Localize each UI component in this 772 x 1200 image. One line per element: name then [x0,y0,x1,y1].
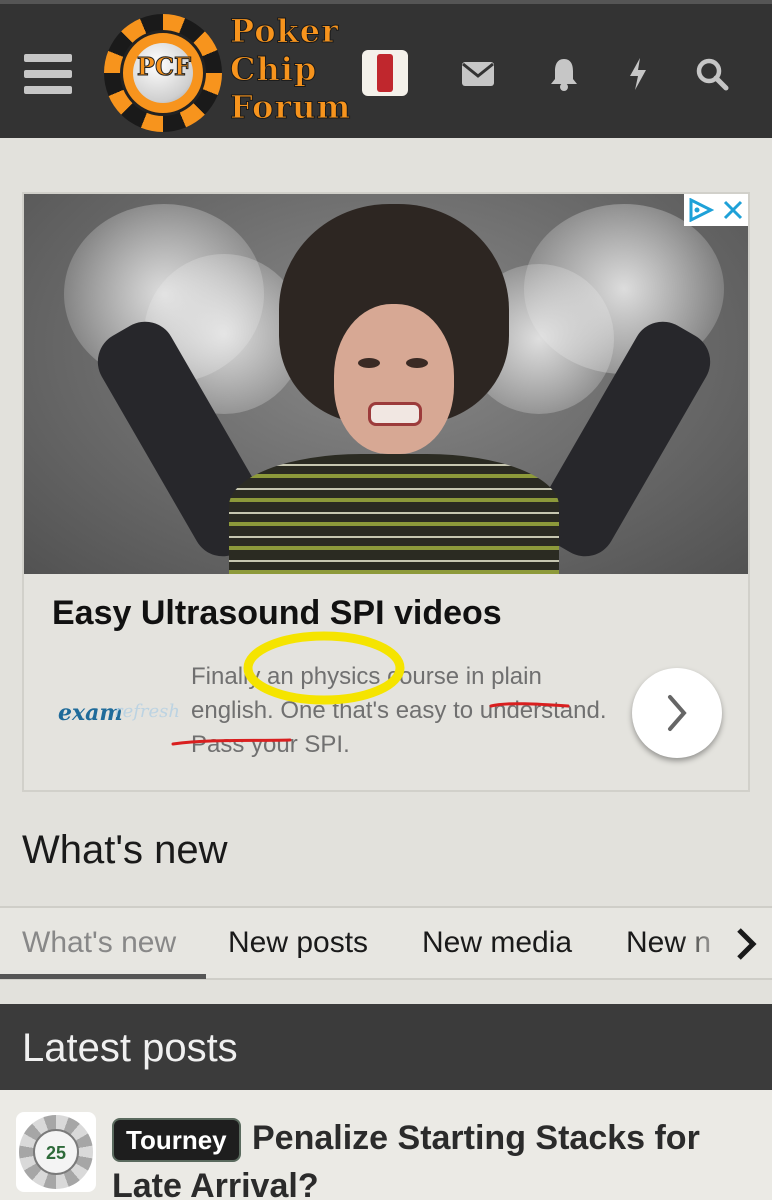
close-ad-icon[interactable] [722,199,744,221]
adchoices-icon[interactable] [684,194,748,226]
latest-posts-header: Latest posts [0,1004,772,1090]
tab-new-media[interactable]: New media [422,926,572,960]
active-tab-indicator [0,974,206,979]
list-item[interactable]: 25 Penalize Starting Stacks for Late Arr… [0,1090,772,1200]
logo-chip-text: PCF [136,52,192,82]
ad-brand-logo-secondary: refresh [114,701,181,722]
section-title: What's new [22,828,228,872]
site-header: PCF Poker Chip Forum [0,0,772,138]
tab-new-posts[interactable]: New posts [228,926,368,960]
logo-line-3: Forum [229,88,352,127]
logo-wordmark: Poker Chip Forum [229,12,352,127]
prefix-badge[interactable]: Tourney [112,1118,241,1162]
search-icon[interactable] [690,52,734,96]
ad-headline[interactable]: Easy Ultrasound SPI videos [52,594,502,633]
adchoices-play-icon[interactable] [688,198,714,222]
sponsored-ad[interactable]: Easy Ultrasound SPI videos exam refresh … [22,192,750,792]
ad-next-button[interactable] [632,668,722,758]
badge-icon[interactable] [362,50,408,96]
latest-posts-title: Latest posts [22,1026,238,1070]
lightning-icon[interactable] [616,52,660,96]
mail-icon[interactable] [456,52,500,96]
site-logo[interactable]: PCF Poker Chip Forum [104,10,364,132]
chevron-right-icon [668,695,687,731]
menu-icon[interactable] [24,54,72,94]
tab-whats-new[interactable]: What's new [22,926,176,960]
ad-description[interactable]: Finally an physics course in plain engli… [191,660,611,762]
logo-line-2: Chip [229,50,318,89]
avatar-text: 25 [33,1129,79,1175]
tab-bar: What's new New posts New media New n [0,906,772,980]
bell-icon[interactable] [542,52,586,96]
ad-image[interactable] [24,194,748,574]
logo-line-1: Poker [229,12,339,51]
chevron-right-icon [737,928,757,960]
avatar[interactable]: 25 [16,1112,96,1192]
ad-brand-logo[interactable]: exam [58,700,123,726]
tabs-scroll-right-button[interactable] [728,922,764,966]
